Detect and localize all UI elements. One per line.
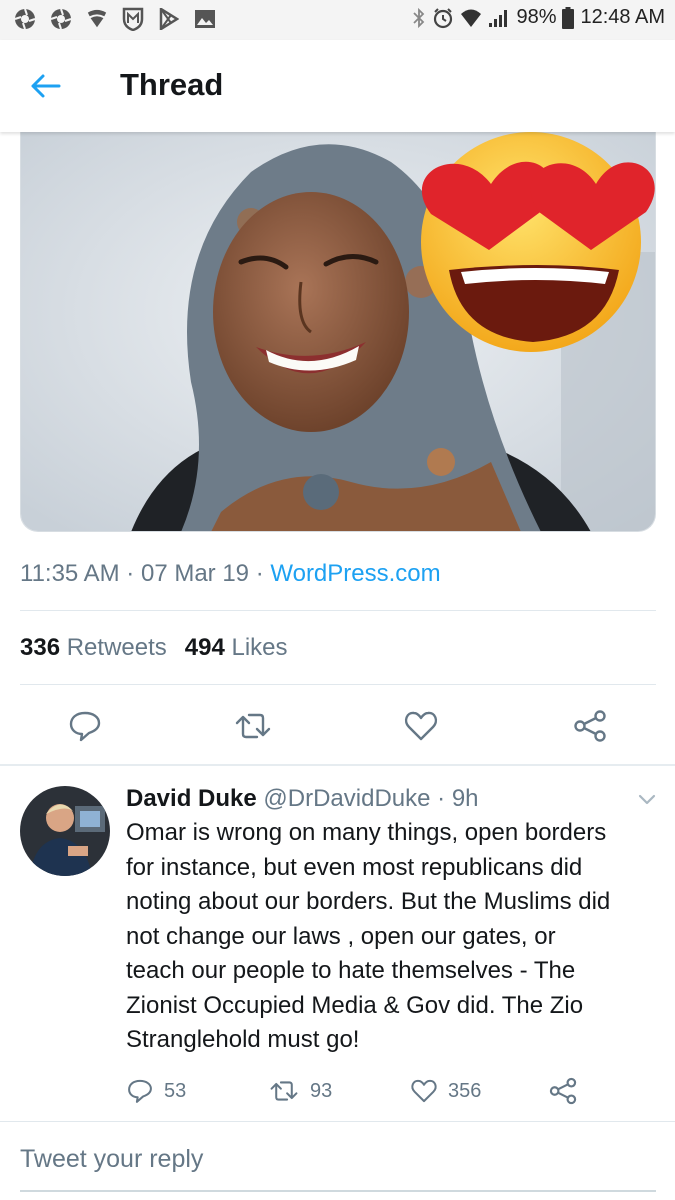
bluetooth-icon <box>412 7 426 29</box>
heart-icon <box>404 711 438 741</box>
reply-share-button[interactable] <box>548 1074 578 1108</box>
tulip-icon <box>86 8 108 30</box>
reply-like-button[interactable]: 356 <box>410 1074 481 1108</box>
shield-m-icon <box>122 7 144 31</box>
reply-age: 9h <box>451 785 479 812</box>
gallery-icon <box>194 8 216 30</box>
share-button[interactable] <box>572 708 608 744</box>
reply-compose-input[interactable]: Tweet your reply <box>20 1145 203 1174</box>
battery-icon <box>562 6 575 29</box>
likes-stat[interactable]: 494 Likes <box>185 634 288 661</box>
tweet-meta: 11:35 AM · 07 Mar 19 · WordPress.com <box>20 560 441 588</box>
meta-separator: · <box>255 560 264 587</box>
reply-line: Zionist Occupied Media & Gov did. The Zi… <box>126 991 584 1019</box>
divider <box>20 684 656 685</box>
section-divider <box>0 764 675 766</box>
status-bar: 98% 12:48 AM <box>0 0 675 40</box>
like-count: 356 <box>448 1079 482 1102</box>
app-header: Thread <box>0 40 675 132</box>
compose-underline <box>20 1190 656 1192</box>
reply-line: for instance, but even most republicans … <box>126 853 583 881</box>
play-store-icon <box>158 8 180 30</box>
author-handle[interactable]: @DrDavidDuke <box>263 785 430 812</box>
meta-separator: · <box>126 560 135 587</box>
retweet-icon <box>270 1081 298 1101</box>
aperture-icon <box>14 8 36 30</box>
reply-button[interactable] <box>67 708 103 744</box>
clock: 12:48 AM <box>580 6 665 28</box>
avatar[interactable] <box>20 786 110 876</box>
retweet-button[interactable] <box>233 708 271 744</box>
like-label: Likes <box>231 634 288 661</box>
reply-header: David Duke @DrDavidDuke · 9h <box>126 785 479 813</box>
reply-reply-button[interactable]: 53 <box>126 1074 186 1108</box>
share-icon <box>549 1077 577 1105</box>
reply-line: not change our laws , open our gates, or <box>126 922 556 950</box>
retweet-count: 336 <box>20 634 61 661</box>
tweet-image[interactable] <box>20 132 656 532</box>
retweet-label: Retweets <box>66 634 167 661</box>
tweet-source-link[interactable]: WordPress.com <box>270 560 440 587</box>
like-count: 494 <box>184 634 225 661</box>
tweet-actions <box>0 700 675 752</box>
back-button[interactable] <box>28 70 64 102</box>
reply-line: Omar is wrong on many things, open borde… <box>126 819 607 846</box>
wifi-icon <box>460 8 482 28</box>
tweet-menu-button[interactable] <box>636 788 658 810</box>
alarm-icon <box>432 7 454 29</box>
retweets-stat[interactable]: 336 Retweets <box>20 634 167 661</box>
reply-line: teach our people to hate themselves - Th… <box>126 957 576 984</box>
meta-separator: · <box>437 785 446 812</box>
tweet-time: 11:35 AM <box>20 560 120 587</box>
notification-icons <box>14 7 216 31</box>
share-icon <box>574 710 606 742</box>
reply-line: Stranglehold must go! <box>126 1026 360 1053</box>
chevron-down-icon <box>638 794 656 805</box>
divider <box>20 610 656 611</box>
page-title: Thread <box>120 67 224 102</box>
reply-retweet-button[interactable]: 93 <box>268 1074 332 1108</box>
reply-text: Omar is wrong on many things, open borde… <box>126 816 661 1058</box>
retweet-icon <box>235 713 271 739</box>
reply-icon <box>69 711 101 742</box>
system-status: 98% 12:48 AM <box>412 6 665 29</box>
tweet-stats: 336 Retweets 494 Likes <box>20 634 288 662</box>
like-button[interactable] <box>403 708 439 744</box>
aperture-icon <box>50 8 72 30</box>
retweet-count: 93 <box>310 1079 333 1102</box>
tweet-date: 07 Mar 19 <box>140 560 250 587</box>
divider <box>0 1121 675 1122</box>
reply-line: noting about our borders. But the Muslim… <box>126 888 611 915</box>
signal-icon <box>488 8 510 28</box>
battery-level: 98% <box>516 6 557 28</box>
reply-count: 53 <box>164 1079 187 1102</box>
reply-icon <box>128 1079 152 1103</box>
heart-icon <box>411 1079 437 1103</box>
arrow-left-icon <box>31 74 61 98</box>
author-name[interactable]: David Duke <box>126 785 257 812</box>
